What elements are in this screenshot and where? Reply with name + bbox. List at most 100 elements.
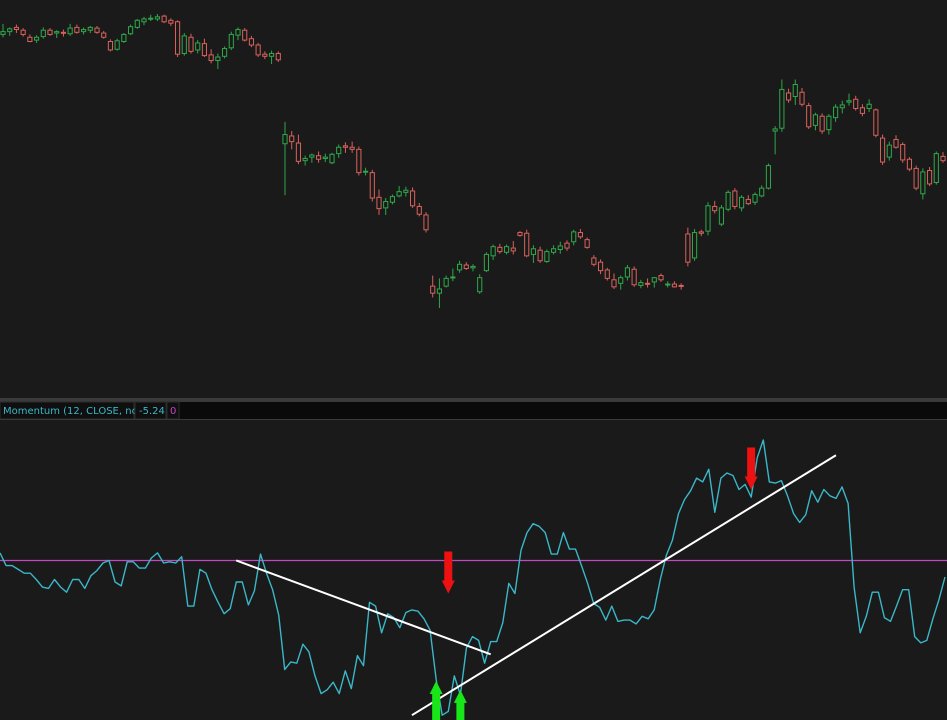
candle-body xyxy=(409,190,416,207)
candle xyxy=(490,244,496,261)
ascending-trendline[interactable] xyxy=(411,454,837,717)
candle xyxy=(356,146,362,176)
candle-body xyxy=(0,31,6,35)
candle-body xyxy=(443,277,449,287)
candle xyxy=(685,227,691,267)
candle-body xyxy=(812,114,819,126)
candle-body xyxy=(134,19,140,28)
candle xyxy=(443,275,449,288)
candle-body xyxy=(7,28,13,33)
candle-body xyxy=(174,21,181,55)
descending-trendline[interactable] xyxy=(235,559,492,656)
candle-body xyxy=(638,282,644,286)
candle xyxy=(712,200,718,214)
candle xyxy=(799,88,805,107)
candle xyxy=(564,240,570,251)
candle xyxy=(698,229,704,237)
candle-body xyxy=(295,142,302,162)
candle-body xyxy=(537,249,543,262)
candle xyxy=(94,25,100,34)
candle-body xyxy=(698,231,704,234)
candle-body xyxy=(712,205,718,212)
candle xyxy=(866,99,872,112)
momentum-line xyxy=(0,439,946,716)
price-momentum-chart: Momentum (12, CLOSE, no) -5.24 0 xyxy=(0,14,947,720)
candle xyxy=(456,260,463,273)
candle-body xyxy=(94,27,100,33)
candle xyxy=(275,51,281,62)
candle-body xyxy=(262,53,268,57)
candle xyxy=(161,14,167,24)
candle-body xyxy=(248,38,255,46)
candle xyxy=(188,33,194,54)
candle-body xyxy=(450,276,456,279)
candle xyxy=(557,241,563,254)
candle xyxy=(315,151,322,163)
candle-body xyxy=(705,205,711,232)
candle xyxy=(134,18,140,29)
candle xyxy=(101,30,107,39)
candle xyxy=(691,229,698,261)
candle xyxy=(309,153,315,163)
candle-body xyxy=(846,100,852,103)
candle-body xyxy=(74,26,80,33)
sell-arrow-icon xyxy=(441,551,455,594)
candle-body xyxy=(772,128,778,132)
candle-body xyxy=(33,36,40,41)
candle xyxy=(853,95,859,111)
candle xyxy=(107,39,114,52)
candle xyxy=(544,249,550,263)
candle-body xyxy=(745,198,751,205)
candle xyxy=(624,264,631,281)
candle-body xyxy=(886,144,892,158)
candle-body xyxy=(456,263,463,271)
candle xyxy=(430,275,436,298)
candle xyxy=(450,268,456,282)
candle xyxy=(396,186,402,198)
indicator-zero-value: 0 xyxy=(170,406,176,417)
candle-body xyxy=(329,153,335,164)
candle xyxy=(174,20,181,58)
candle-body xyxy=(20,29,26,35)
candle xyxy=(383,198,389,215)
candle xyxy=(604,267,610,281)
candle xyxy=(745,195,751,206)
candle-body xyxy=(658,275,664,281)
candle xyxy=(423,212,429,233)
candle-body xyxy=(873,109,879,136)
candle-body xyxy=(141,18,147,23)
candle xyxy=(409,187,416,208)
candle-body xyxy=(369,172,375,199)
indicator-value: -5.24 xyxy=(139,406,165,417)
candle xyxy=(846,93,852,106)
candle-body xyxy=(315,155,322,160)
candle xyxy=(879,134,886,165)
candle-body xyxy=(940,155,946,162)
candle xyxy=(920,168,926,200)
candle xyxy=(282,121,288,196)
candle-body xyxy=(67,27,73,35)
candle xyxy=(611,273,617,289)
candle-body xyxy=(799,91,805,105)
candle xyxy=(80,27,87,35)
pane-divider[interactable] xyxy=(0,398,947,402)
candle-body xyxy=(792,84,798,97)
candle xyxy=(60,29,67,37)
candle-body xyxy=(235,29,241,36)
candle xyxy=(322,153,328,163)
candle xyxy=(369,169,375,202)
candle-body xyxy=(510,247,516,252)
candle-body xyxy=(550,248,557,253)
candle xyxy=(832,104,839,122)
candle xyxy=(926,166,933,187)
candle-body xyxy=(738,196,745,209)
candle xyxy=(933,151,939,185)
candle-body xyxy=(665,283,671,286)
candle-body xyxy=(624,267,631,278)
candle xyxy=(644,278,651,288)
candle-body xyxy=(826,115,832,131)
candle xyxy=(40,27,46,39)
candle-body xyxy=(101,32,107,38)
candle-body xyxy=(215,56,221,62)
candle-body xyxy=(678,284,684,287)
